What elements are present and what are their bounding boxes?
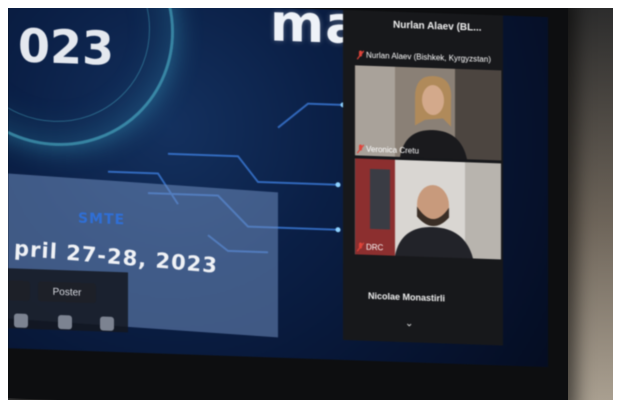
- circuit-node: [335, 227, 341, 233]
- mic-off-icon: [356, 242, 365, 252]
- participant-name: Veronica Cretu: [366, 144, 419, 156]
- share-icon[interactable]: [100, 316, 114, 331]
- participants-icon[interactable]: [58, 314, 72, 330]
- laptop-bezel: mance 023 SMTE pril 27-28, 2023 Poster N…: [8, 8, 568, 400]
- taskbar-button[interactable]: [8, 280, 30, 301]
- chevron-down-icon[interactable]: ⌄: [405, 318, 413, 329]
- participant-name-bottom: Nicolae Monastirli: [368, 290, 446, 304]
- participant-name: DRC: [366, 242, 384, 253]
- laptop-screen: mance 023 SMTE pril 27-28, 2023 Poster N…: [8, 8, 548, 368]
- circuit-line: [277, 102, 343, 129]
- active-speaker-name: Nurlan Alaev (BL...: [393, 19, 482, 34]
- photo-frame: mance 023 SMTE pril 27-28, 2023 Poster N…: [8, 8, 613, 400]
- video-tile-drc[interactable]: DRC: [355, 158, 501, 260]
- mic-off-icon: [356, 144, 365, 154]
- circuit-node: [335, 182, 341, 188]
- slide-year: 023: [18, 18, 115, 76]
- mic-off-icon: [356, 50, 365, 60]
- mic-icon[interactable]: [14, 313, 28, 328]
- poster-button[interactable]: Poster: [38, 281, 96, 304]
- video-call-panel: Nurlan Alaev (BL... Nurlan Alaev (Bishke…: [343, 9, 503, 346]
- speaker-label: Nurlan Alaev (Bishkek, Kyrgyzstan): [366, 50, 491, 65]
- video-tile-veronica[interactable]: Veronica Cretu: [355, 65, 501, 161]
- organizer-label: SMTE: [78, 210, 126, 229]
- circuit-line: [168, 152, 338, 186]
